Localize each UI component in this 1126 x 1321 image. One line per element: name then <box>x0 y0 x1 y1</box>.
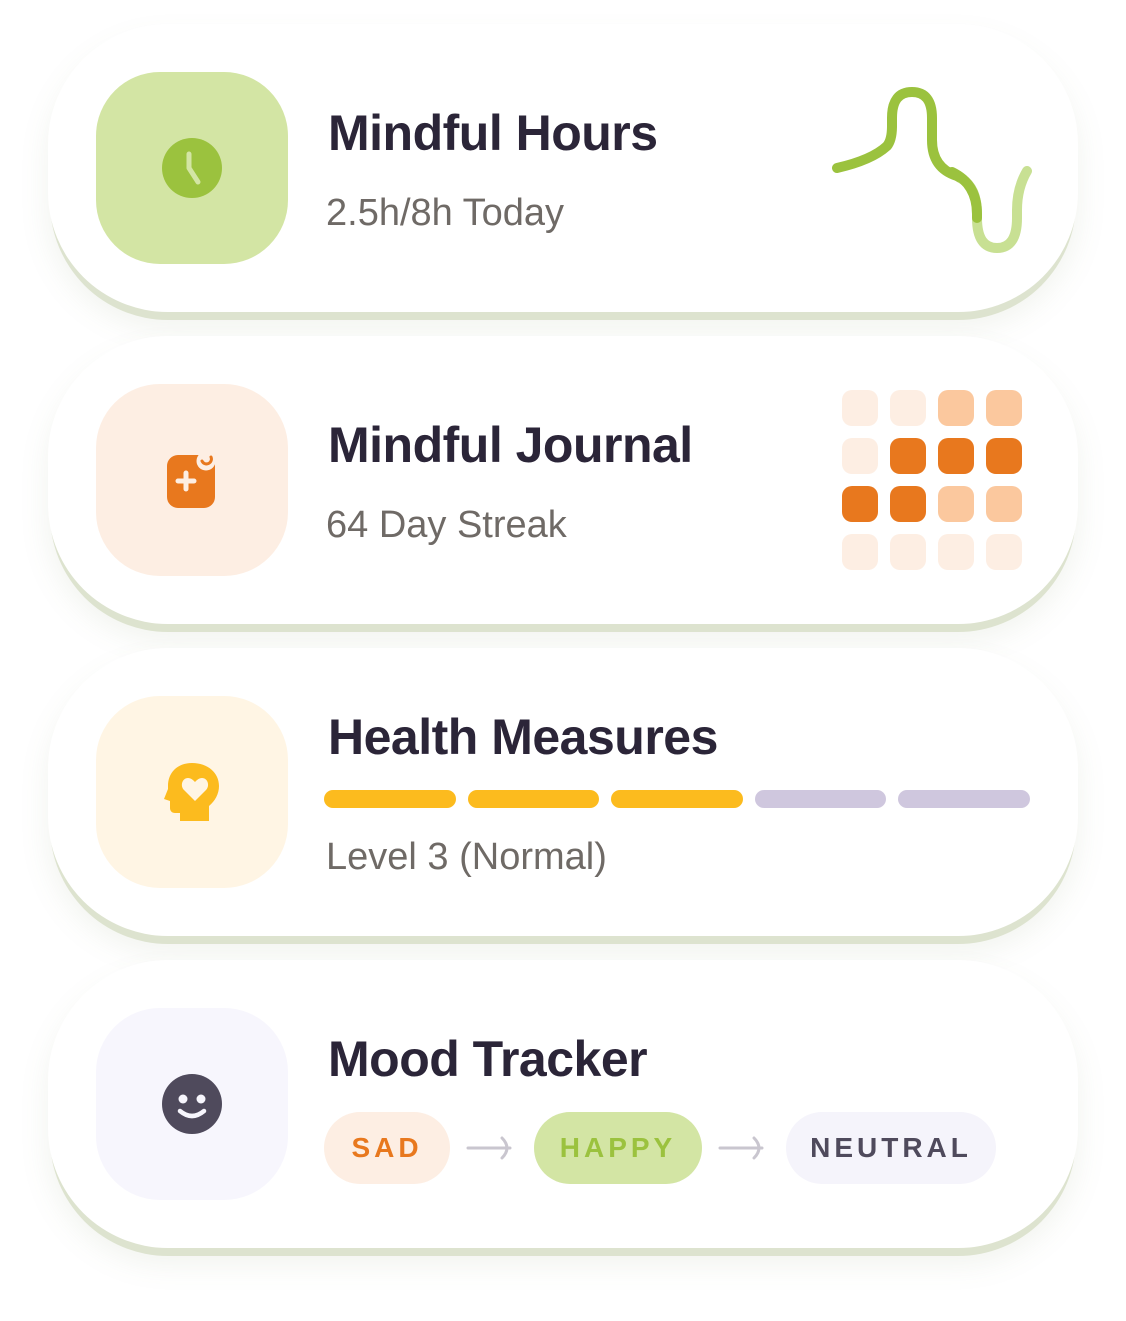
clock-icon <box>162 138 222 198</box>
streak-cell <box>986 438 1022 474</box>
streak-cell <box>938 438 974 474</box>
health-measures-card[interactable]: Health Measures Level 3 (Normal) <box>48 648 1078 936</box>
streak-cell <box>890 534 926 570</box>
card-subtitle: Level 3 (Normal) <box>326 836 607 878</box>
smiley-icon <box>162 1074 222 1134</box>
mood-sequence: SAD HAPPY NEUTRAL <box>324 1112 996 1184</box>
arrow-right-icon <box>466 1136 512 1160</box>
journal-icon <box>167 451 216 508</box>
mood-pill-happy[interactable]: HAPPY <box>534 1112 702 1184</box>
health-level-bar <box>324 790 1030 808</box>
level-segment <box>324 790 456 808</box>
level-segment <box>898 790 1030 808</box>
streak-cell <box>986 486 1022 522</box>
head-heart-icon <box>164 763 219 821</box>
streak-cell <box>842 534 878 570</box>
streak-cell <box>938 390 974 426</box>
card-title: Mindful Hours <box>328 105 658 161</box>
mindful-hours-icon-box <box>96 72 288 264</box>
mood-pill-sad[interactable]: SAD <box>324 1112 450 1184</box>
streak-cell <box>986 534 1022 570</box>
streak-cell <box>938 534 974 570</box>
level-segment <box>467 790 600 808</box>
streak-cell <box>842 438 878 474</box>
mindful-journal-icon-box <box>96 384 288 576</box>
streak-grid <box>842 390 1024 572</box>
streak-cell <box>842 486 878 522</box>
mood-tracker-card[interactable]: Mood Tracker SAD HAPPY NEUTRAL <box>48 960 1078 1248</box>
card-title: Mood Tracker <box>328 1031 648 1087</box>
mood-pill-neutral[interactable]: NEUTRAL <box>786 1112 996 1184</box>
mindful-journal-card[interactable]: Mindful Journal 64 Day Streak <box>48 336 1078 624</box>
streak-cell <box>890 438 926 474</box>
card-subtitle: 64 Day Streak <box>326 504 567 546</box>
card-title: Health Measures <box>328 709 718 765</box>
mood-tracker-icon-box <box>96 1008 288 1200</box>
level-segment <box>611 790 743 808</box>
mindful-hours-card[interactable]: Mindful Hours 2.5h/8h Today <box>48 24 1078 312</box>
health-measures-icon-box <box>96 696 288 888</box>
arrow-right-icon <box>718 1136 764 1160</box>
wave-graph <box>832 86 1032 254</box>
streak-cell <box>890 390 926 426</box>
streak-cell <box>986 390 1022 426</box>
card-title: Mindful Journal <box>328 417 693 473</box>
level-segment <box>754 790 887 808</box>
card-subtitle: 2.5h/8h Today <box>326 192 565 234</box>
streak-cell <box>938 486 974 522</box>
streak-cell <box>842 390 878 426</box>
streak-cell <box>890 486 926 522</box>
